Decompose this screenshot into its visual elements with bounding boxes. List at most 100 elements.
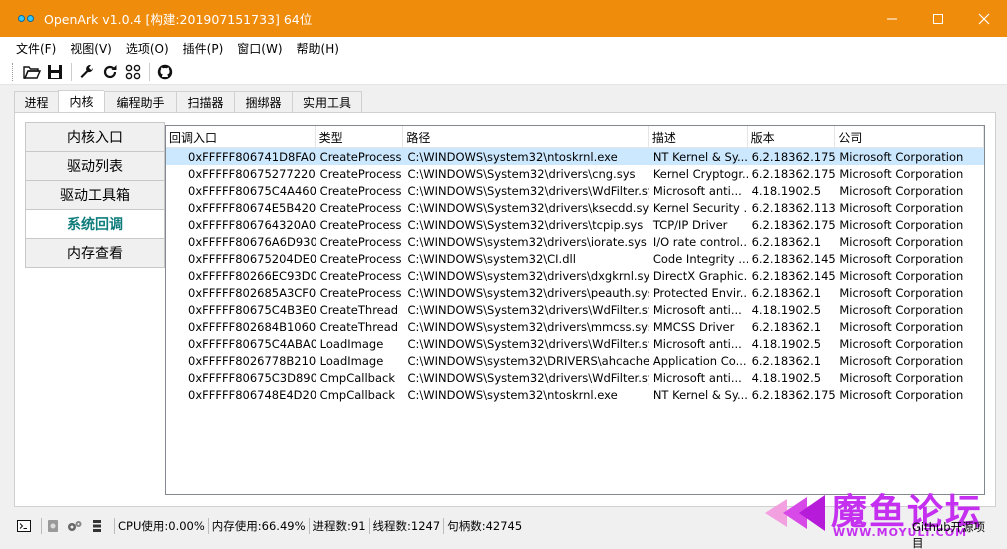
refresh-button[interactable] — [99, 61, 121, 83]
table-cell: 6.2.18362.1 — [751, 353, 822, 368]
tab-5[interactable]: 实用工具 — [292, 91, 362, 113]
menu-view[interactable]: 视图(V) — [64, 40, 118, 57]
memory-status-button[interactable] — [89, 518, 105, 534]
process-count: 进程数:91 — [312, 519, 366, 533]
terminal-icon — [17, 520, 31, 532]
table-cell: MMCSS Driver — [652, 319, 735, 334]
menu-window[interactable]: 窗口(W) — [231, 40, 288, 57]
table-row[interactable]: 0xFFFFF80675C4ABA0 LoadImage C:\WINDOWS\Sy… — [166, 335, 984, 352]
tab-2[interactable]: 编程助手 — [104, 91, 176, 113]
cpu-usage: CPU使用:0.00% — [118, 519, 205, 533]
toolbar — [0, 59, 1007, 85]
column-header-path[interactable]: 路径 — [403, 126, 649, 148]
table-cell: 6.2.18362.113 — [751, 200, 836, 215]
table-row[interactable]: 0xFFFFF80676A6D930 CreateProcess C:\WINDOW… — [166, 233, 984, 250]
table-row[interactable]: 0xFFFFF802685A3CF0 CreateProcess C:\WINDOW… — [166, 284, 984, 301]
table-cell: C:\WINDOWS\System32\drivers\tcpip.sys — [407, 217, 644, 232]
github-icon — [157, 64, 173, 79]
table-row[interactable]: 0xFFFFF80675C3D890 CmpCallback C:\WINDOWS\… — [166, 369, 984, 386]
close-icon — [978, 13, 990, 24]
table-cell: CreateProcess — [319, 251, 402, 266]
table-cell: CreateProcess — [319, 268, 402, 283]
column-header-description[interactable]: 描述 — [649, 126, 748, 148]
table-row[interactable]: 0xFFFFF80674E5B420 CreateProcess C:\WINDOW… — [166, 199, 984, 216]
wrench-icon — [80, 64, 94, 78]
github-link[interactable]: Github开源项目 — [912, 519, 995, 549]
table-cell: 0xFFFFF806748E4D20 — [188, 387, 316, 402]
table-cell: DirectX Graphic... — [652, 268, 748, 283]
table-row[interactable]: 0xFFFFF8026778B210 LoadImage C:\WINDOWS\sy… — [166, 352, 984, 369]
table-row[interactable]: 0xFFFFF80675277220 CreateProcess C:\WINDOW… — [166, 165, 984, 182]
main-tabs: 进程 内核 编程助手 扫描器 捆绑器 实用工具 — [14, 90, 362, 113]
table-cell: 4.18.1902.5 — [751, 302, 822, 317]
table-cell: C:\WINDOWS\System32\drivers\WdFilter.sys — [407, 370, 649, 385]
folder-open-icon — [23, 65, 41, 79]
menu-options[interactable]: 选项(O) — [120, 40, 175, 57]
column-header-company[interactable]: 公司 — [835, 126, 984, 148]
sidenav-item-2[interactable]: 驱动工具箱 — [25, 180, 165, 210]
maximize-button[interactable] — [915, 0, 961, 37]
table-row[interactable]: 0xFFFFF806748E4D20 CmpCallback C:\WINDOWS\… — [166, 386, 984, 403]
table-cell: Microsoft Corporation — [839, 370, 964, 385]
tab-0[interactable]: 进程 — [14, 91, 58, 113]
memory-usage: 内存使用:66.49% — [211, 519, 306, 533]
table-cell: Code Integrity ... — [652, 251, 748, 266]
table-row[interactable]: 0xFFFFF80675C4A460 CreateProcess C:\WINDOW… — [166, 182, 984, 199]
table-cell: 4.18.1902.5 — [751, 370, 822, 385]
table-cell: 6.2.18362.175 — [751, 387, 836, 402]
table-cell: CreateProcess — [319, 166, 402, 181]
open-folder-button[interactable] — [21, 61, 43, 83]
menu-file[interactable]: 文件(F) — [10, 40, 62, 57]
column-header-type[interactable]: 类型 — [316, 126, 404, 148]
tools-button[interactable] — [76, 61, 98, 83]
callback-list[interactable]: 回调入口 类型 路径 描述 版本 公司 0xFFFFF806741D8FA0 Cr… — [165, 125, 985, 495]
settings-status-button[interactable] — [67, 518, 83, 534]
minimize-icon — [887, 18, 897, 19]
table-cell: Microsoft Corporation — [839, 268, 964, 283]
github-button[interactable] — [154, 61, 176, 83]
table-cell: 0xFFFFF8026778B210 — [188, 353, 316, 368]
table-cell: CreateProcess — [319, 149, 402, 164]
menu-help[interactable]: 帮助(H) — [291, 40, 345, 57]
table-cell: 0xFFFFF80674E5B420 — [188, 200, 316, 215]
table-cell: 0xFFFFF80675204DE0 — [188, 251, 316, 266]
minimize-button[interactable] — [869, 0, 915, 37]
gears-icon — [68, 521, 82, 531]
tab-3[interactable]: 扫描器 — [176, 91, 234, 113]
close-button[interactable] — [961, 0, 1007, 37]
table-row[interactable]: 0xFFFFF802684B1060 CreateThread C:\WINDOWS… — [166, 318, 984, 335]
table-row[interactable]: 0xFFFFF80675204DE0 CreateProcess C:\WINDOW… — [166, 250, 984, 267]
sidenav-item-4[interactable]: 内存查看 — [25, 238, 165, 268]
table-row[interactable]: 0xFFFFF806764320A0 CreateProcess C:\WINDOW… — [166, 216, 984, 233]
console-status-button[interactable] — [16, 518, 32, 534]
table-row[interactable]: 0xFFFFF806741D8FA0 CreateProcess C:\WINDOW… — [166, 148, 984, 165]
table-cell: C:\WINDOWS\system32\ntoskrnl.exe — [407, 387, 618, 402]
table-cell: 6.2.18362.175 — [751, 217, 836, 232]
table-cell: 0xFFFFF80266EC93D0 — [188, 268, 316, 283]
table-cell: TCP/IP Driver — [652, 217, 728, 232]
tab-4[interactable]: 捆绑器 — [234, 91, 292, 113]
table-row[interactable]: 0xFFFFF80675C4B3E0 CreateThread C:\WINDOWS… — [166, 301, 984, 318]
sidenav-item-1[interactable]: 驱动列表 — [25, 151, 165, 181]
column-header-version[interactable]: 版本 — [748, 126, 836, 148]
table-cell: CreateProcess — [319, 200, 402, 215]
table-row[interactable]: 0xFFFFF80266EC93D0 CreateProcess C:\WINDOW… — [166, 267, 984, 284]
sidenav-item-0[interactable]: 内核入口 — [25, 122, 165, 152]
table-cell: CreateThread — [319, 319, 399, 334]
tab-1[interactable]: 内核 — [58, 90, 104, 113]
table-cell: Microsoft Corporation — [839, 353, 964, 368]
table-cell: 0xFFFFF80675277220 — [188, 166, 316, 181]
table-cell: C:\WINDOWS\system32\ntoskrnl.exe — [407, 149, 618, 164]
table-cell: Microsoft anti... — [652, 183, 742, 198]
table-cell: C:\WINDOWS\system32\CI.dll — [407, 251, 576, 266]
save-button[interactable] — [44, 61, 66, 83]
column-header-callback-entry[interactable]: 回调入口 — [166, 126, 316, 148]
table-cell: 6.2.18362.1 — [751, 234, 822, 249]
disk-status-button[interactable] — [45, 518, 61, 534]
menu-plugins[interactable]: 插件(P) — [177, 40, 230, 57]
console-button[interactable] — [122, 61, 144, 83]
table-cell: Microsoft Corporation — [839, 302, 964, 317]
kernel-panel: 内核入口 驱动列表 驱动工具箱 系统回调 内存查看 回调入口 类型 路径 描述 版本 公… — [14, 112, 996, 507]
openark-logo-icon — [18, 12, 36, 26]
sidenav-item-3[interactable]: 系统回调 — [25, 209, 165, 239]
